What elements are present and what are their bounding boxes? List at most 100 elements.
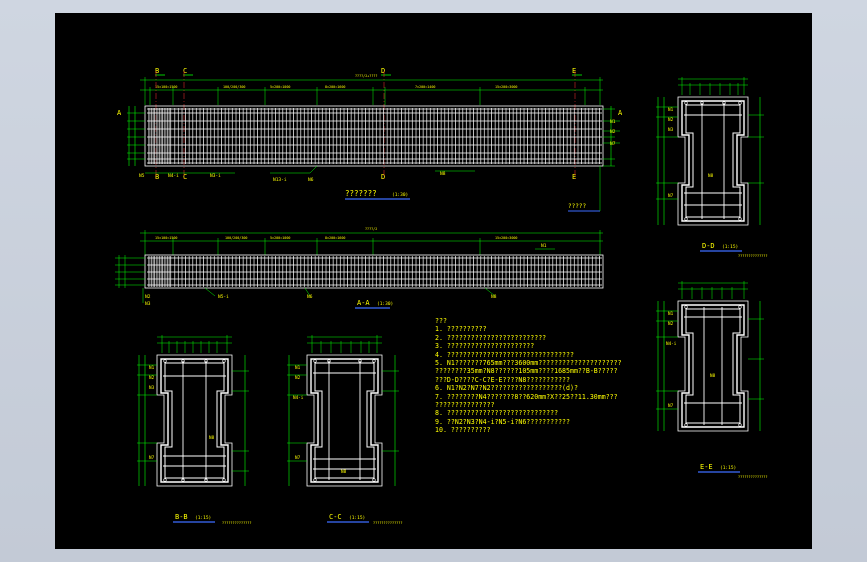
svg-text:100/200/300: 100/200/300 xyxy=(223,85,245,89)
dd-bar-n2: N2 xyxy=(668,117,674,123)
bar-label-n4i: N4-i xyxy=(168,173,179,179)
section-mark-b-bottom: B xyxy=(155,173,159,181)
bar-label-n7: N7 xyxy=(610,141,616,147)
bb-bar-n8: N8 xyxy=(209,435,215,441)
cc-bar-n7: N7 xyxy=(295,455,301,461)
plan-bar-n5i: N5-i xyxy=(218,294,229,300)
section-b-b: N1 N2 N3 N7 N8 B-B (1:15) ?????????????? xyxy=(137,335,252,525)
svg-text:15×100=1500: 15×100=1500 xyxy=(155,236,177,240)
section-cc-scale: (1:15) xyxy=(349,515,365,521)
section-ee-scale: (1:15) xyxy=(720,465,736,471)
plan-bar-n8: N8 xyxy=(491,294,497,300)
section-e-e: N1 N2 N4-i N7 N8 E-E (1:15) ????????????… xyxy=(656,281,768,479)
note-item: ??????????????? xyxy=(435,401,495,410)
ee-bar-n8: N8 xyxy=(710,373,716,379)
notes-block: ??? 1. ?????????? 2. ????????????????????… xyxy=(435,317,622,435)
svg-text:8×200=1600: 8×200=1600 xyxy=(325,85,345,89)
elevation-view: ????/2+???? 15×100=1500 100/200/300 5×200… xyxy=(117,67,623,212)
note-item: 9. ??N2?N3?N4-i?N5-i?N6??????????? xyxy=(435,417,570,426)
plan-bar-n3: N3 xyxy=(145,301,151,307)
section-cc-title: C-C xyxy=(329,513,342,521)
section-ee-caption: ?????????????? xyxy=(738,475,768,479)
svg-text:????/2: ????/2 xyxy=(365,227,377,231)
note-item: 6. N1?N2?N7?N2??????????????????(d)? xyxy=(435,384,578,393)
bb-bar-n1: N1 xyxy=(149,365,155,371)
dd-bar-n1: N1 xyxy=(668,107,674,113)
bar-label-n3i: N3-i xyxy=(210,173,221,179)
plan-view-a-a: ????/2 15×100=1500 100/200/300 5×200=1000… xyxy=(115,227,604,309)
bar-label-n2: N2 xyxy=(610,129,616,135)
bar-label-n13i: N13-i xyxy=(273,177,287,183)
svg-text:????/2+????: ????/2+???? xyxy=(355,74,377,78)
section-mark-d: D xyxy=(381,67,385,75)
section-mark-c-bottom: C xyxy=(183,173,187,181)
section-mark-c: C xyxy=(183,67,187,75)
svg-text:15×200=3000: 15×200=3000 xyxy=(495,85,517,89)
end-mark-a-left: A xyxy=(117,109,122,117)
section-c-c: N1 N2 N4-i N7 N8 C-C (1:15) ????????????… xyxy=(287,335,403,525)
note-item: 1. ?????????? xyxy=(435,325,487,334)
bar-label-n1: N1 xyxy=(610,119,616,125)
svg-text:15×200=3000: 15×200=3000 xyxy=(495,236,517,240)
elevation-scale: (1:30) xyxy=(392,192,408,198)
section-bb-scale: (1:15) xyxy=(195,515,211,521)
drawing-canvas[interactable]: ????/2+???? 15×100=1500 100/200/300 5×200… xyxy=(55,13,812,549)
bb-bar-n3: N3 xyxy=(149,385,155,391)
drawing-svg: ????/2+???? 15×100=1500 100/200/300 5×200… xyxy=(115,67,768,525)
plan-scale: (1:30) xyxy=(377,301,393,307)
section-mark-d-bottom: D xyxy=(381,173,385,181)
bar-label-n5: N5 xyxy=(139,173,145,179)
svg-text:15×100=1500: 15×100=1500 xyxy=(155,85,177,89)
note-item: 7. ????????N4???????8??620mm?X??25??11.3… xyxy=(435,392,618,401)
section-ee-title: E-E xyxy=(700,463,713,471)
note-item: ????????35mm?N8??????105mm????1685mm??B-… xyxy=(435,367,618,376)
plan-title: A-A xyxy=(357,299,370,307)
notes-list: 1. ?????????? 2. ????????????????????????… xyxy=(435,325,622,434)
svg-text:5×200=1000: 5×200=1000 xyxy=(270,85,290,89)
note-item: 4. ???????????????????????????????? xyxy=(435,350,574,359)
bar-label-n8: N8 xyxy=(440,171,446,177)
svg-text:5×200=1000: 5×200=1000 xyxy=(270,236,290,240)
cad-viewer-frame: ????/2+???? 15×100=1500 100/200/300 5×200… xyxy=(0,0,867,562)
note-item: 10. ?????????? xyxy=(435,426,491,435)
note-item: ???D-D????C-C?E-E????N8??????????? xyxy=(435,375,570,384)
section-mark-b: B xyxy=(155,67,159,75)
section-dd-caption: ?????????????? xyxy=(738,254,768,258)
dd-bar-n3: N3 xyxy=(668,127,674,133)
ee-bar-n2: N2 xyxy=(668,321,674,327)
bar-label-n6: N6 xyxy=(308,177,314,183)
section-bb-caption: ?????????????? xyxy=(222,521,252,525)
cc-bar-n4i: N4-i xyxy=(293,395,304,401)
cc-bar-n8: N8 xyxy=(341,469,347,475)
section-mark-e-bottom: E xyxy=(572,173,576,181)
plan-bar-n2: N2 xyxy=(145,294,151,300)
section-bb-title: B-B xyxy=(175,513,188,521)
cc-bar-n1: N1 xyxy=(295,365,301,371)
svg-text:7×200=1400: 7×200=1400 xyxy=(415,85,435,89)
cc-bar-n2: N2 xyxy=(295,375,301,381)
svg-text:8×200=1600: 8×200=1600 xyxy=(325,236,345,240)
ee-bar-n4i: N4-i xyxy=(666,341,677,347)
note-item: 2. ????????????????????????? xyxy=(435,333,547,342)
elevation-note: ????? xyxy=(568,203,586,210)
section-mark-e: E xyxy=(572,67,576,75)
elevation-title: ??????? xyxy=(345,189,377,198)
section-cc-caption: ?????????????? xyxy=(373,521,403,525)
bb-bar-n2: N2 xyxy=(149,375,155,381)
section-dd-scale: (1:15) xyxy=(722,244,738,250)
note-item: 8. ???????????????????????????? xyxy=(435,409,559,418)
dd-bar-n7: N7 xyxy=(668,193,674,199)
notes-heading: ??? xyxy=(435,317,447,325)
plan-bar-n6: N6 xyxy=(307,294,313,300)
dd-bar-n8: N8 xyxy=(708,173,714,179)
note-item: 3. ?????????????????????? xyxy=(435,342,535,351)
end-mark-a-right: A xyxy=(618,109,623,117)
section-dd-title: D-D xyxy=(702,242,715,250)
plan-bar-n1: N1 xyxy=(541,243,547,249)
ee-bar-n7: N7 xyxy=(668,403,674,409)
ee-bar-n1: N1 xyxy=(668,311,674,317)
section-d-d: N1 N2 N3 N7 N8 D-D (1:15) ?????????????? xyxy=(656,77,768,258)
note-item: 5. N1???????765mm???3600mm??????????????… xyxy=(435,359,622,368)
svg-text:100/200/300: 100/200/300 xyxy=(225,236,247,240)
bb-bar-n7: N7 xyxy=(149,455,155,461)
